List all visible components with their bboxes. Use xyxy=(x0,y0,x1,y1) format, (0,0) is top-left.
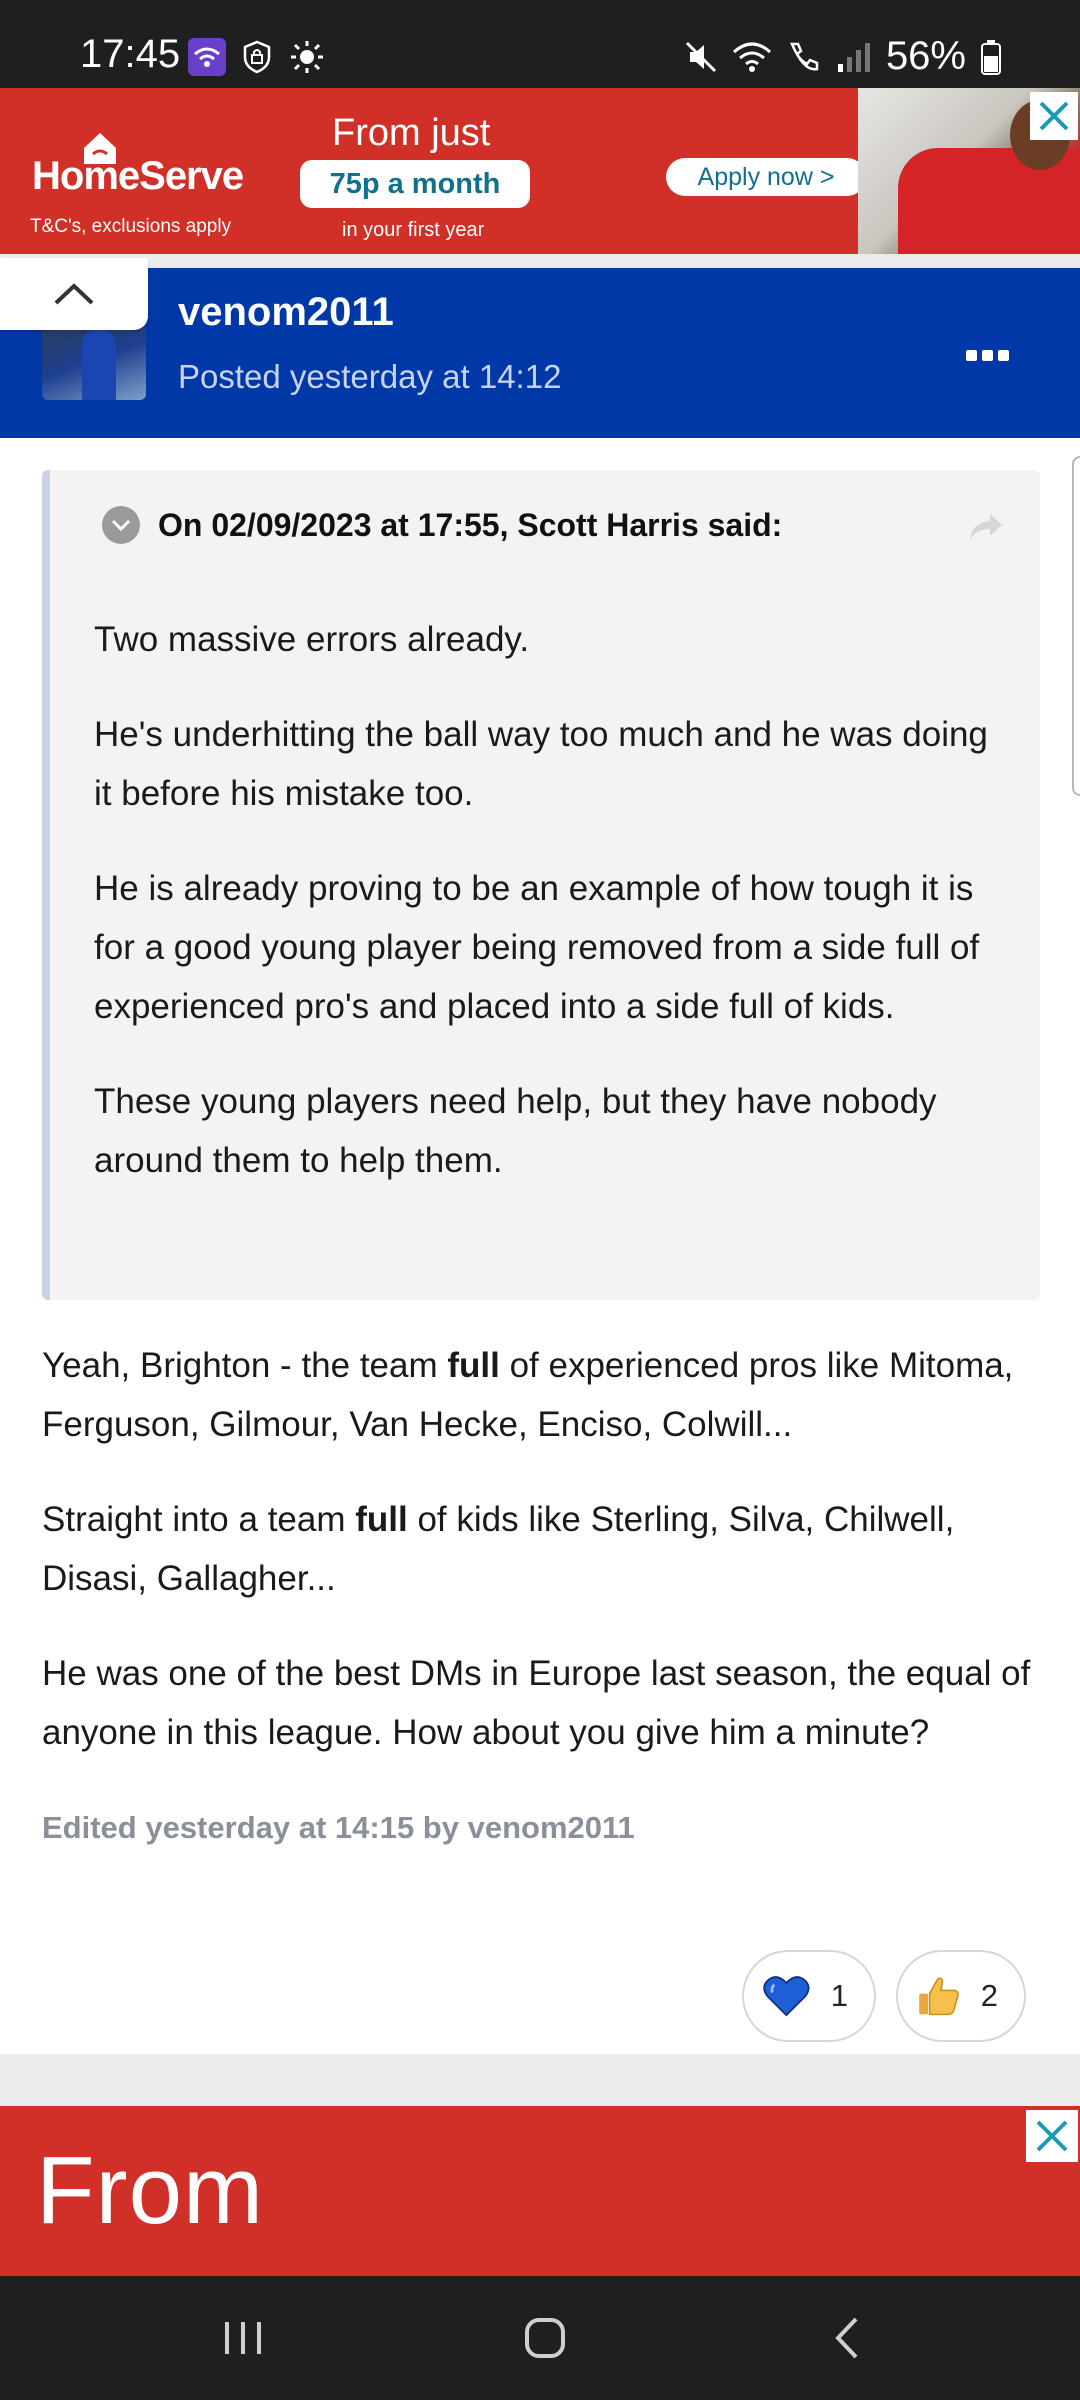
ad-close-button[interactable] xyxy=(1030,92,1078,140)
call-icon xyxy=(790,42,819,71)
ad-apply-button[interactable]: Apply now > xyxy=(666,158,866,196)
quote-paragraph: These young players need help, but they … xyxy=(94,1082,937,1180)
ad-price: 75p a month xyxy=(300,160,530,208)
recent-apps-icon xyxy=(225,2322,261,2354)
quote-paragraph: He's underhitting the ball way too much … xyxy=(94,715,988,813)
avatar[interactable] xyxy=(42,320,146,400)
brightness-icon xyxy=(288,38,326,76)
back-button[interactable] xyxy=(802,2306,892,2370)
status-bar: 17:45 56% xyxy=(0,0,1080,88)
status-right-icons: 56% xyxy=(684,34,1002,79)
quote-citation: On 02/09/2023 at 17:55, Scott Harris sai… xyxy=(158,506,783,543)
post-timestamp[interactable]: Posted yesterday at 14:12 xyxy=(178,358,561,396)
share-arrow-icon[interactable] xyxy=(968,512,1004,542)
post-header xyxy=(0,268,1080,438)
thumbs-up-icon xyxy=(919,1977,959,2016)
collapse-button[interactable] xyxy=(0,258,148,330)
more-dot-icon xyxy=(966,350,977,361)
reaction-like-count: 2 xyxy=(980,1978,998,2013)
wifi-calling-icon xyxy=(188,38,226,76)
quote-paragraph: Two massive errors already. xyxy=(94,620,530,659)
ad-bottom-close-button[interactable] xyxy=(1026,2110,1078,2162)
status-time: 17:45 xyxy=(80,32,181,76)
reaction-love-count: 1 xyxy=(830,1978,848,2013)
secure-folder-icon xyxy=(238,38,276,76)
post-paragraph: Yeah, Brighton - the team full of experi… xyxy=(42,1346,1014,1444)
quote-toggle[interactable] xyxy=(102,506,140,544)
quote-block: On 02/09/2023 at 17:55, Scott Harris sai… xyxy=(42,470,1040,1300)
scroll-edge xyxy=(1072,456,1080,796)
back-icon xyxy=(835,2317,858,2359)
post-paragraph: Straight into a team full of kids like S… xyxy=(42,1500,955,1598)
chevron-up-icon xyxy=(54,283,94,305)
close-icon xyxy=(1039,101,1069,131)
more-options-button[interactable] xyxy=(966,350,1009,361)
quote-text: Two massive errors already. He's underhi… xyxy=(94,610,994,1226)
battery-icon xyxy=(981,39,1001,75)
reaction-love-button[interactable]: 1 xyxy=(742,1950,876,2042)
signal-icon xyxy=(837,42,870,72)
battery-percent: 56% xyxy=(885,34,966,78)
ad-terms: T&C's, exclusions apply xyxy=(30,216,232,237)
ad-banner-top[interactable]: HomeServe T&C's, exclusions apply From j… xyxy=(0,88,1080,254)
post-paragraph: He was one of the best DMs in Europe las… xyxy=(42,1654,1031,1752)
ad-banner-bottom[interactable]: From xyxy=(0,2106,1080,2276)
ad-subline: in your first year xyxy=(342,219,485,241)
post-content: Yeah, Brighton - the team full of experi… xyxy=(42,1336,1038,1798)
home-button[interactable] xyxy=(500,2306,590,2370)
home-icon xyxy=(525,2318,565,2358)
close-icon xyxy=(1036,2120,1068,2152)
wifi-icon xyxy=(732,42,771,72)
recent-apps-button[interactable] xyxy=(198,2306,288,2370)
reaction-like-button[interactable]: 2 xyxy=(896,1950,1026,2042)
heart-icon xyxy=(763,1976,810,2017)
post-author[interactable]: venom2011 xyxy=(178,290,394,335)
more-dot-icon xyxy=(998,350,1009,361)
ad-brand: HomeServe xyxy=(32,154,244,198)
status-left-icons xyxy=(188,38,326,76)
ad-bottom-text: From xyxy=(36,2137,264,2244)
system-nav-bar xyxy=(0,2276,1080,2400)
edited-note: Edited yesterday at 14:15 by venom2011 xyxy=(42,1810,635,1845)
ad-headline: From just xyxy=(332,112,491,154)
mute-icon xyxy=(685,41,716,72)
more-dot-icon xyxy=(982,350,993,361)
quote-paragraph: He is already proving to be an example o… xyxy=(94,869,980,1026)
quote-header[interactable]: On 02/09/2023 at 17:55, Scott Harris sai… xyxy=(102,506,782,544)
chevron-down-icon xyxy=(111,519,131,532)
